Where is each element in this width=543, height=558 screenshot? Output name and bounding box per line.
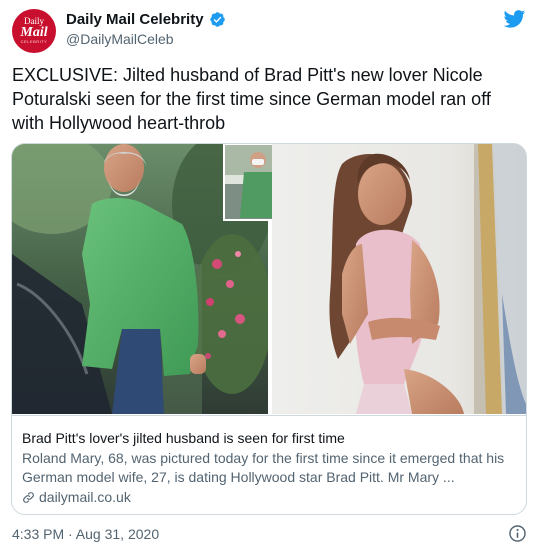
author-name-row: Daily Mail Celebrity xyxy=(66,11,226,28)
tweet-timestamp[interactable]: 4:33 PM · Aug 31, 2020 xyxy=(12,526,159,542)
card-image[interactable] xyxy=(12,144,526,414)
link-card[interactable]: Brad Pitt's lover's jilted husband is se… xyxy=(11,143,527,515)
verified-badge-icon xyxy=(209,12,225,27)
link-icon xyxy=(23,491,34,503)
card-domain[interactable]: dailymail.co.uk xyxy=(22,489,516,505)
tweet-text: EXCLUSIVE: Jilted husband of Brad Pitt's… xyxy=(12,65,491,133)
author-handle[interactable]: @DailyMailCeleb xyxy=(66,31,174,47)
card-domain-text: dailymail.co.uk xyxy=(39,489,131,505)
avatar-logo-line3: CELEBRITY xyxy=(20,39,48,44)
card-title[interactable]: Brad Pitt's lover's jilted husband is se… xyxy=(22,429,516,447)
card-description: Roland Mary, 68, was pictured today for … xyxy=(22,450,505,485)
avatar[interactable]: Daily Mail CELEBRITY xyxy=(12,9,56,53)
tweet[interactable]: Daily Mail CELEBRITY Daily Mail Celebrit… xyxy=(0,0,543,558)
author-display-name[interactable]: Daily Mail Celebrity xyxy=(66,11,204,28)
twitter-bird-icon[interactable] xyxy=(502,8,527,30)
info-icon[interactable] xyxy=(508,524,527,543)
card-body[interactable]: Brad Pitt's lover's jilted husband is se… xyxy=(12,415,526,514)
avatar-logo-line2: Mail xyxy=(20,25,48,40)
